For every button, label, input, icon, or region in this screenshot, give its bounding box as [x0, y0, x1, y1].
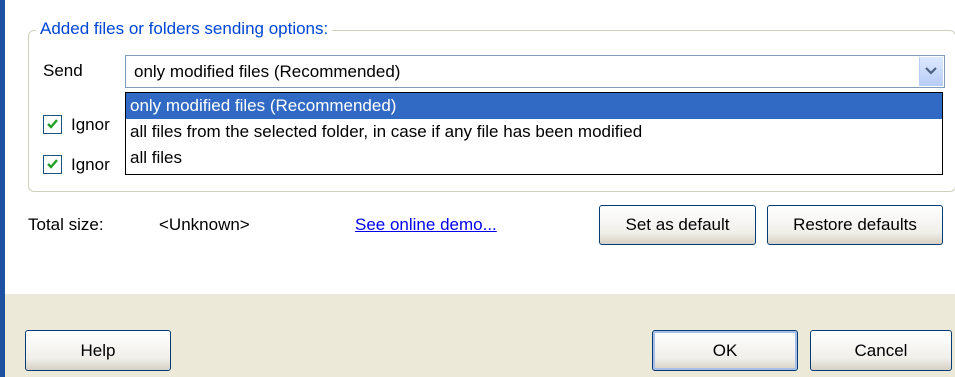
ok-button[interactable]: OK [652, 330, 798, 371]
group-title: Added files or folders sending options: [36, 16, 333, 42]
send-mode-dropdown-list: only modified files (Recommended) all fi… [125, 92, 943, 175]
chevron-down-icon [925, 67, 937, 75]
total-size-value: <Unknown> [159, 215, 250, 234]
dropdown-option-all-from-folder[interactable]: all files from the selected folder, in c… [126, 119, 942, 145]
send-mode-select[interactable]: only modified files (Recommended) [125, 55, 945, 88]
ignore-option-1-label: Ignor [71, 115, 110, 134]
checkmark-icon [47, 159, 58, 169]
options-panel: Added files or folders sending options: … [5, 0, 955, 294]
cancel-button[interactable]: Cancel [810, 330, 952, 371]
dropdown-arrow-button[interactable] [919, 57, 943, 86]
help-button[interactable]: Help [25, 330, 171, 371]
restore-defaults-button[interactable]: Restore defaults [767, 205, 943, 245]
set-as-default-button[interactable]: Set as default [599, 205, 756, 245]
send-mode-selected-value: only modified files (Recommended) [134, 62, 401, 81]
dropdown-option-modified[interactable]: only modified files (Recommended) [126, 93, 942, 119]
ignore-option-2-label: Ignor [71, 155, 110, 174]
checkmark-icon [47, 119, 58, 129]
ignore-option-2-checkbox[interactable] [43, 155, 62, 174]
ignore-option-1-checkbox[interactable] [43, 115, 62, 134]
dropdown-option-all-files[interactable]: all files [126, 145, 942, 171]
total-size-label: Total size: [28, 215, 104, 234]
online-demo-link[interactable]: See online demo... [355, 212, 497, 238]
send-label: Send [43, 61, 83, 80]
